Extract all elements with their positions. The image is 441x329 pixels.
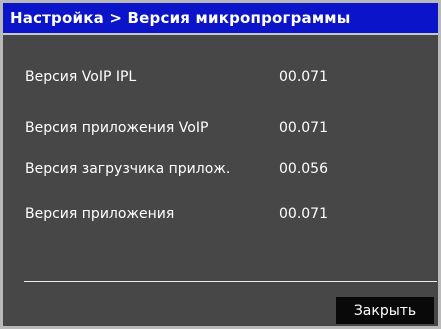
version-value: 00.071 [279, 120, 328, 136]
firmware-version-dialog: Настройка > Версия микропрограммы Версия… [0, 0, 441, 329]
version-row-app-loader: Версия загрузчика прилож. 00.056 [3, 161, 438, 181]
version-list: Версия VoIP IPL 00.071 Версия приложения… [3, 35, 438, 273]
page-title: Настройка > Версия микропрограммы [10, 9, 351, 27]
version-row-voip-app: Версия приложения VoIP 00.071 [3, 120, 438, 140]
version-value: 00.056 [279, 161, 328, 177]
version-label: Версия VoIP IPL [25, 69, 137, 85]
version-label: Версия загрузчика прилож. [25, 161, 231, 177]
footer-divider [24, 281, 437, 282]
version-label: Версия приложения VoIP [25, 120, 209, 136]
version-value: 00.071 [279, 206, 328, 222]
version-row-app: Версия приложения 00.071 [3, 206, 438, 226]
version-label: Версия приложения [25, 206, 175, 222]
title-bar: Настройка > Версия микропрограммы [3, 3, 438, 35]
version-row-voip-ipl: Версия VoIP IPL 00.071 [3, 69, 438, 89]
version-value: 00.071 [279, 69, 328, 85]
close-button[interactable]: Закрыть [336, 297, 434, 324]
